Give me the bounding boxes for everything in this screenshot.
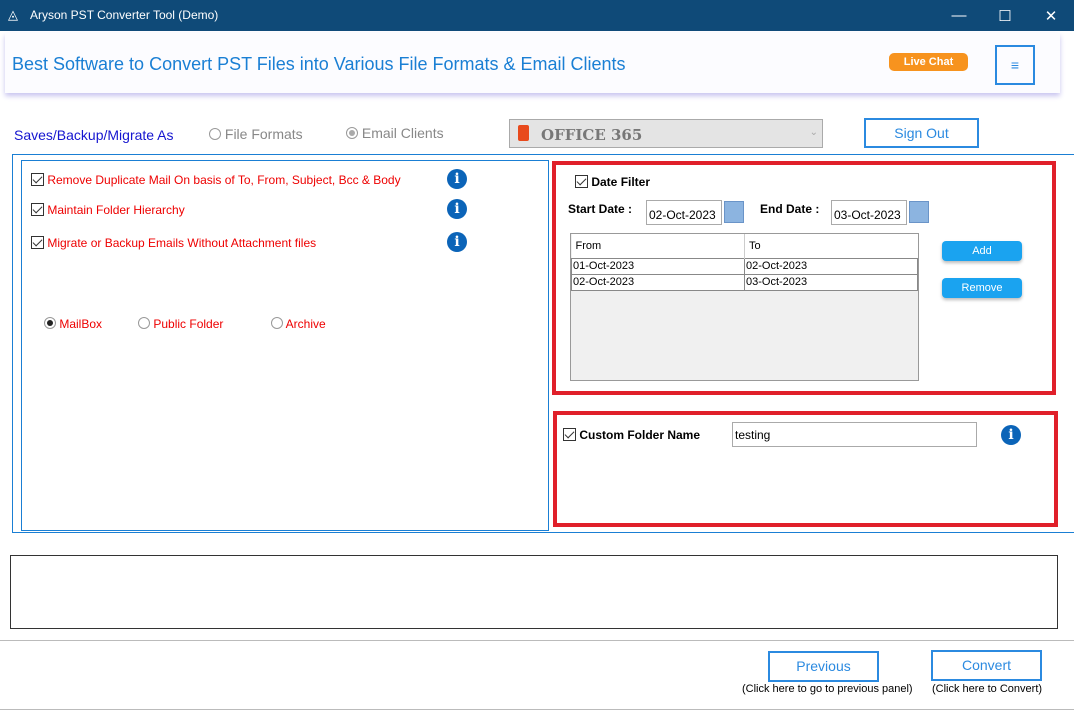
footer-bar — [0, 640, 1074, 710]
end-date-label: End Date : — [760, 202, 820, 216]
custom-folder-label: Custom Folder Name — [579, 428, 701, 442]
radio-icon — [209, 128, 221, 140]
table-row[interactable]: 02-Oct-2023 03-Oct-2023 — [571, 273, 918, 291]
add-button[interactable]: Add — [942, 241, 1022, 261]
option-label: Migrate or Backup Emails Without Attachm… — [47, 236, 317, 250]
minimize-button[interactable]: — — [936, 0, 982, 31]
cell-from: 02-Oct-2023 — [571, 273, 745, 291]
calendar-icon[interactable] — [909, 201, 929, 223]
radio-icon — [44, 317, 56, 329]
app-logo-icon: ◬ — [8, 7, 18, 22]
custom-folder-panel: Custom Folder Name testing i — [553, 411, 1058, 527]
cell-to: 02-Oct-2023 — [744, 257, 918, 275]
start-date-input[interactable]: 02-Oct-2023 — [646, 200, 722, 225]
column-header-to[interactable]: To — [744, 234, 918, 258]
checkbox[interactable] — [31, 203, 44, 216]
date-range-table: From To 01-Oct-2023 02-Oct-2023 02-Oct-202… — [570, 233, 919, 381]
previous-button[interactable]: Previous — [768, 651, 879, 682]
date-filter-label: Date Filter — [591, 175, 651, 189]
radio-icon — [138, 317, 150, 329]
cell-to: 03-Oct-2023 — [744, 273, 918, 291]
date-filter-panel: Date Filter Start Date : 02-Oct-2023 End… — [552, 161, 1056, 395]
convert-hint: (Click here to Convert) — [932, 683, 1043, 695]
radio-email-clients[interactable]: Email Clients — [346, 125, 444, 141]
info-icon[interactable]: i — [447, 232, 467, 252]
maximize-button[interactable]: ☐ — [982, 0, 1028, 31]
client-value: OFFICE 365 — [541, 126, 643, 144]
convert-button[interactable]: Convert — [931, 650, 1042, 681]
title-bar: ◬ Aryson PST Converter Tool (Demo) — ☐ ✕ — [0, 0, 1074, 31]
checkbox[interactable] — [575, 175, 588, 188]
checkbox[interactable] — [31, 173, 44, 186]
option-without-attachment[interactable]: Migrate or Backup Emails Without Attachm… — [31, 236, 316, 250]
window-title: Aryson PST Converter Tool (Demo) — [30, 8, 219, 22]
date-filter-checkbox[interactable]: Date Filter — [575, 175, 650, 189]
menu-icon[interactable]: ≡ — [995, 45, 1035, 85]
radio-label: Public Folder — [153, 317, 224, 331]
close-button[interactable]: ✕ — [1028, 0, 1074, 31]
office-icon — [518, 125, 529, 141]
banner: Best Software to Convert PST Files into … — [5, 33, 1060, 93]
option-label: Remove Duplicate Mail On basis of To, Fr… — [47, 173, 401, 187]
info-icon[interactable]: i — [1001, 425, 1021, 445]
radio-label: MailBox — [59, 317, 103, 331]
radio-icon — [346, 127, 358, 139]
table-row[interactable]: 01-Oct-2023 02-Oct-2023 — [571, 257, 918, 275]
client-dropdown[interactable]: OFFICE 365 ⌄ — [509, 119, 823, 148]
radio-archive[interactable]: Archive — [271, 317, 326, 331]
calendar-icon[interactable] — [724, 201, 744, 223]
headline: Best Software to Convert PST Files into … — [12, 54, 626, 74]
radio-file-formats[interactable]: File Formats — [209, 126, 303, 142]
radio-label: Email Clients — [361, 125, 444, 141]
radio-mailbox[interactable]: MailBox — [44, 317, 102, 331]
radio-icon — [271, 317, 283, 329]
radio-label: File Formats — [224, 126, 303, 142]
sign-out-button[interactable]: Sign Out — [864, 118, 979, 148]
chevron-down-icon: ⌄ — [809, 127, 818, 138]
custom-folder-input[interactable]: testing — [732, 422, 977, 447]
option-remove-duplicate[interactable]: Remove Duplicate Mail On basis of To, Fr… — [31, 173, 401, 187]
previous-hint: (Click here to go to previous panel) — [742, 683, 913, 695]
info-icon[interactable]: i — [447, 199, 467, 219]
checkbox[interactable] — [31, 236, 44, 249]
log-area — [10, 555, 1058, 629]
options-panel: Remove Duplicate Mail On basis of To, Fr… — [21, 160, 549, 531]
info-icon[interactable]: i — [447, 169, 467, 189]
cell-from: 01-Oct-2023 — [571, 257, 745, 275]
radio-public-folder[interactable]: Public Folder — [138, 317, 223, 331]
checkbox[interactable] — [563, 428, 576, 441]
end-date-input[interactable]: 03-Oct-2023 — [831, 200, 907, 225]
option-maintain-hierarchy[interactable]: Maintain Folder Hierarchy — [31, 203, 185, 217]
live-chat-button[interactable]: Live Chat — [889, 53, 968, 71]
custom-folder-checkbox[interactable]: Custom Folder Name — [563, 428, 700, 442]
remove-button[interactable]: Remove — [942, 278, 1022, 298]
save-as-label: Saves/Backup/Migrate As — [14, 127, 174, 143]
start-date-label: Start Date : — [568, 202, 633, 216]
radio-label: Archive — [285, 317, 326, 331]
option-label: Maintain Folder Hierarchy — [47, 203, 185, 217]
column-header-from[interactable]: From — [571, 234, 745, 258]
